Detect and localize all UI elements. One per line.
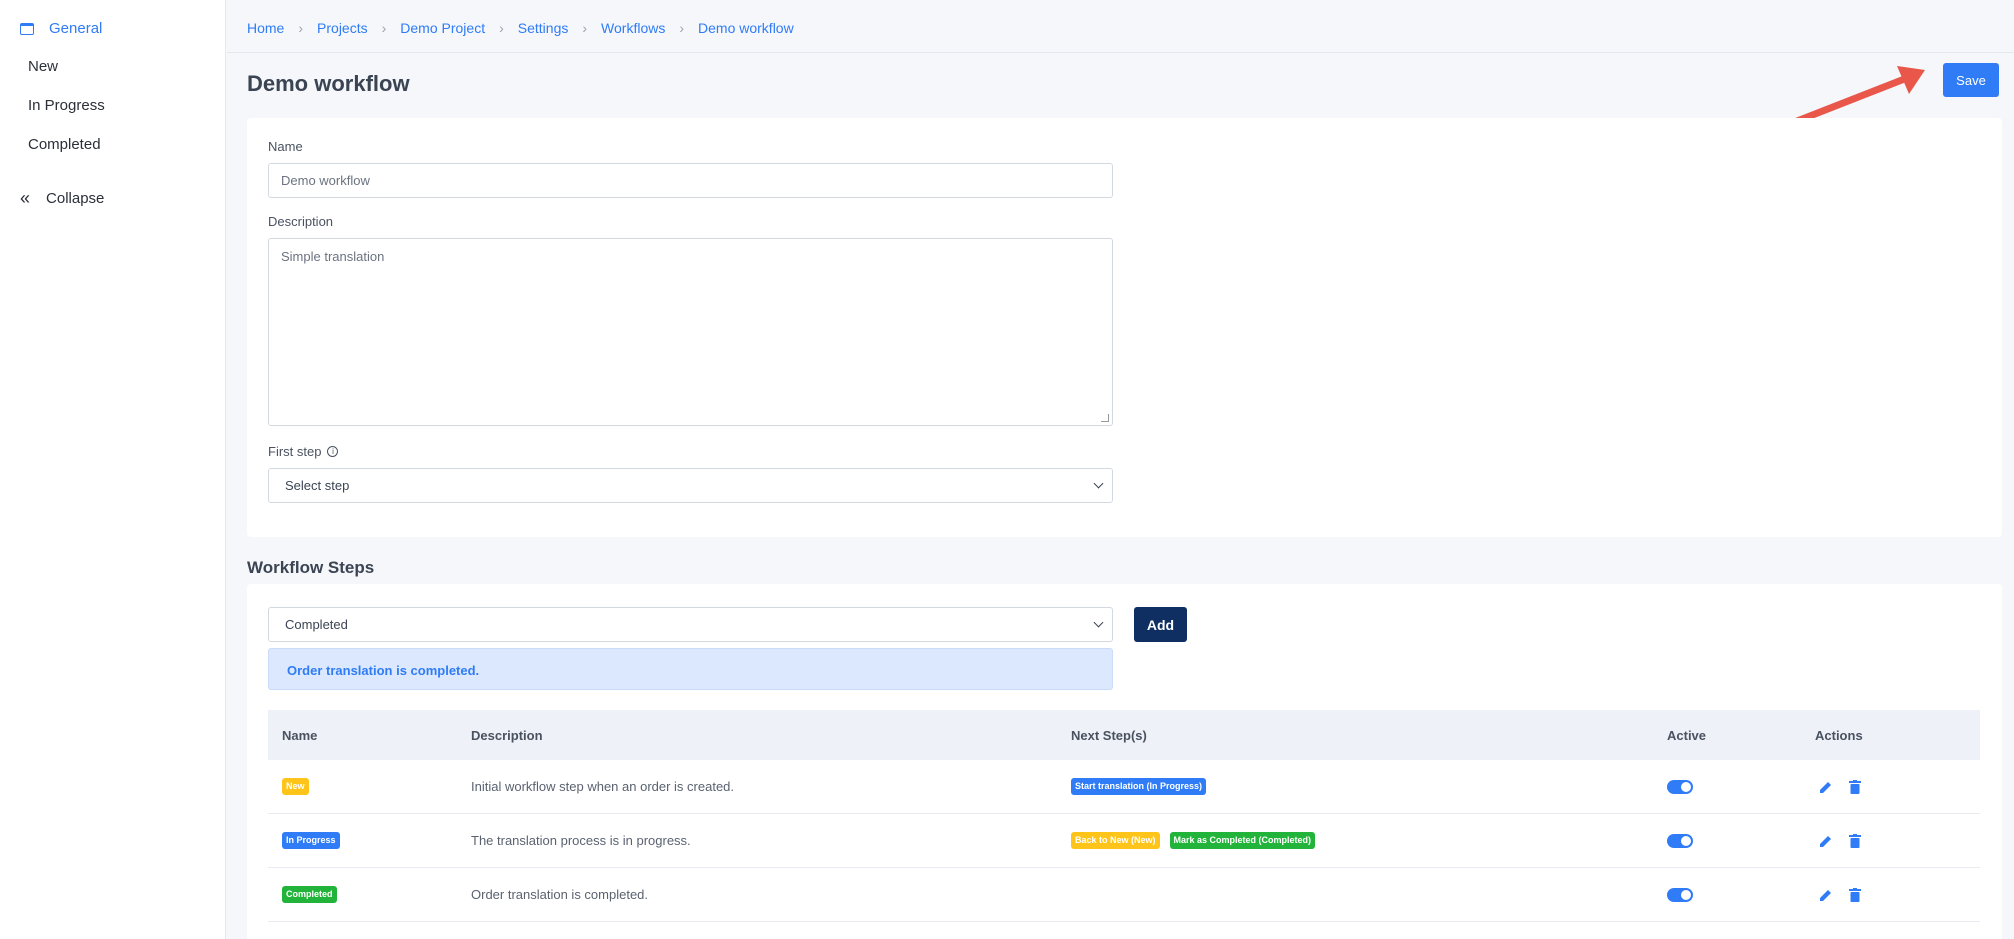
first-step-select[interactable]: Select step (268, 468, 1113, 503)
breadcrumb-settings[interactable]: Settings (518, 20, 569, 36)
breadcrumb: Home › Projects › Demo Project › Setting… (247, 20, 794, 36)
name-input[interactable] (268, 163, 1113, 198)
first-step-label: First step i (268, 444, 339, 459)
sidebar-item-label: General (49, 20, 103, 37)
active-cell (1667, 868, 1693, 921)
window-icon (20, 22, 34, 35)
page-title: Demo workflow (247, 71, 410, 96)
name-cell: New (282, 760, 319, 813)
active-toggle[interactable] (1667, 833, 1693, 848)
next-step-badge: Mark as Completed (Completed) (1169, 832, 1316, 849)
sidebar-item-new[interactable]: New (28, 58, 58, 75)
active-toggle[interactable] (1667, 887, 1693, 902)
chevron-down-icon (1093, 617, 1104, 628)
description-label: Description (268, 214, 334, 229)
workflow-steps-title: Workflow Steps (247, 558, 375, 577)
save-button[interactable]: Save (1943, 63, 1999, 97)
double-chevron-left-icon: « (20, 188, 31, 208)
column-header-active: Active (1667, 727, 1707, 743)
breadcrumb-home[interactable]: Home (247, 20, 284, 36)
add-step-button[interactable]: Add (1134, 607, 1187, 642)
active-cell (1667, 814, 1693, 867)
description-cell: Initial workflow step when an order is c… (471, 779, 735, 794)
table-row: In Progress The translation process is i… (268, 814, 1980, 868)
column-header-actions: Actions (1815, 727, 1863, 743)
table-row: Completed Order translation is completed… (268, 868, 1980, 922)
name-cell: In Progress (282, 814, 350, 867)
description-cell: The translation process is in progress. (471, 833, 691, 848)
table-row: New Initial workflow step when an order … (268, 760, 1980, 814)
next-step-badge: Back to New (New) (1071, 832, 1160, 849)
step-select-value: Completed (285, 617, 348, 632)
info-icon[interactable]: i (327, 446, 339, 457)
chevron-down-icon (1093, 478, 1104, 489)
breadcrumb-workflows[interactable]: Workflows (601, 20, 665, 36)
sidebar-item-label: Completed (28, 136, 101, 153)
description-cell: Order translation is completed. (471, 887, 649, 902)
name-cell: Completed (282, 868, 347, 921)
chevron-right-icon: › (582, 20, 588, 36)
next-step-badge: Start translation (In Progress) (1071, 778, 1207, 795)
step-name-badge: New (282, 778, 309, 795)
actions-cell (1819, 814, 1877, 867)
breadcrumb-demo-project[interactable]: Demo Project (400, 20, 485, 36)
actions-cell (1819, 760, 1877, 813)
collapse-label: Collapse (46, 189, 105, 207)
column-header-name: Name (282, 727, 318, 743)
active-toggle[interactable] (1667, 779, 1693, 794)
name-label: Name (268, 139, 303, 154)
step-select[interactable]: Completed (268, 607, 1113, 642)
edit-icon[interactable] (1819, 888, 1833, 902)
collapse-button[interactable]: « Collapse (20, 189, 104, 207)
trash-icon[interactable] (1849, 779, 1861, 794)
first-step-label-text: First step (268, 444, 322, 459)
first-step-select-value: Select step (285, 478, 350, 493)
column-header-description: Description (471, 727, 543, 743)
trash-icon[interactable] (1849, 887, 1861, 902)
edit-icon[interactable] (1819, 834, 1833, 848)
chevron-right-icon: › (381, 20, 387, 36)
step-name-badge: In Progress (282, 832, 340, 849)
sidebar-item-completed[interactable]: Completed (28, 136, 101, 153)
sidebar-item-in-progress[interactable]: In Progress (28, 97, 105, 114)
breadcrumb-projects[interactable]: Projects (317, 20, 368, 36)
breadcrumb-demo-workflow[interactable]: Demo workflow (698, 20, 794, 36)
chevron-right-icon: › (679, 20, 685, 36)
sidebar: General New In Progress Completed « Coll… (0, 0, 226, 939)
step-info-alert: Order translation is completed. (268, 648, 1113, 690)
actions-cell (1819, 868, 1877, 921)
chevron-right-icon: › (499, 20, 504, 36)
chevron-right-icon: › (298, 20, 304, 36)
workflow-steps-card: Completed Add Order translation is compl… (247, 584, 2002, 939)
step-name-badge: Completed (282, 886, 337, 903)
table-header: Name Description Next Step(s) Active Act… (268, 710, 1980, 760)
description-text: Simple translation (281, 249, 385, 264)
sidebar-item-label: New (28, 58, 59, 75)
next-steps-cell: Start translation (In Progress) (1071, 760, 1216, 813)
workflow-steps-table: Name Description Next Step(s) Active Act… (268, 710, 1980, 922)
next-steps-cell: Back to New (New) Mark as Completed (Com… (1071, 814, 1325, 867)
description-textarea[interactable]: Simple translation (268, 238, 1113, 426)
trash-icon[interactable] (1849, 833, 1861, 848)
sidebar-item-label: In Progress (28, 97, 105, 114)
resize-handle-icon[interactable] (1101, 414, 1109, 422)
main-content: Home › Projects › Demo Project › Setting… (227, 0, 2014, 939)
sidebar-item-general[interactable]: General (20, 20, 102, 37)
divider (227, 52, 2014, 53)
active-cell (1667, 760, 1693, 813)
column-header-next-steps: Next Step(s) (1071, 727, 1147, 743)
edit-icon[interactable] (1819, 780, 1833, 794)
workflow-form-card: Name Description Simple translation Firs… (247, 118, 2002, 537)
